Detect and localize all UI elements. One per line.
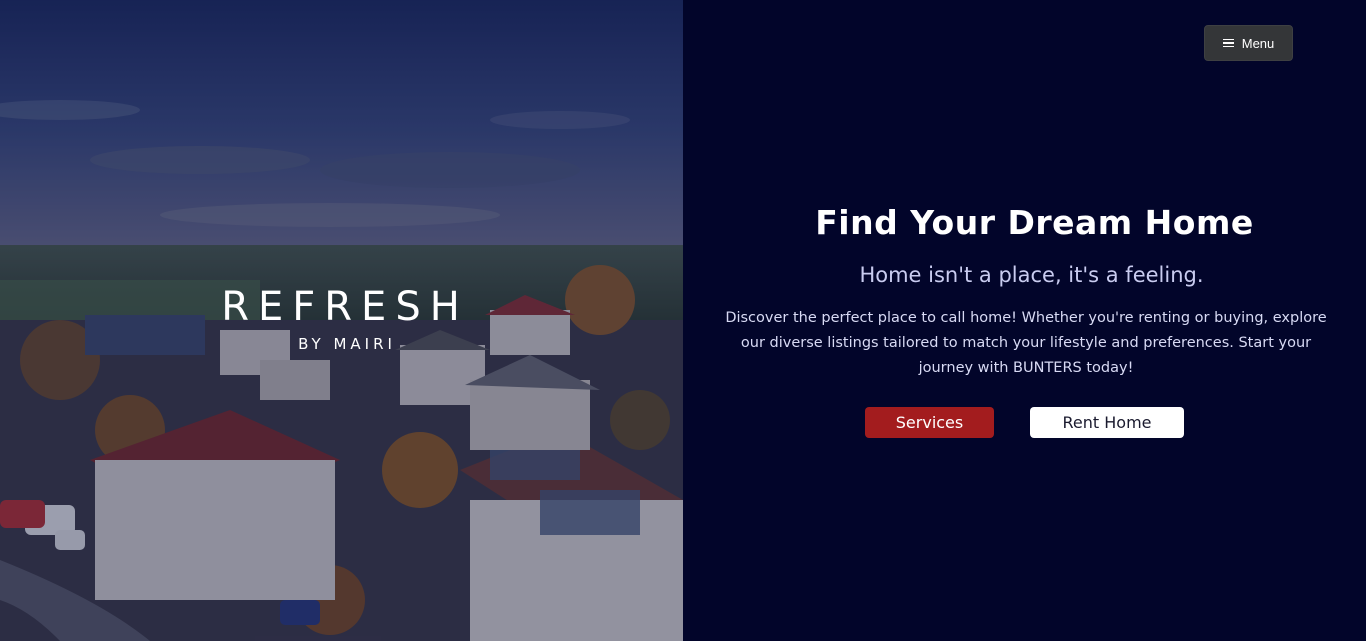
menu-button[interactable]: Menu <box>1204 25 1293 61</box>
description: Discover the perfect place to call home!… <box>725 310 1327 376</box>
brand-name: REFRESH <box>221 284 469 330</box>
hero-image: REFRESH BY MAIRI <box>0 0 683 641</box>
hamburger-icon <box>1222 38 1234 48</box>
rent-home-button[interactable]: Rent Home <box>1030 407 1184 438</box>
page: REFRESH BY MAIRI Menu Find Your Dream Ho… <box>0 0 1366 641</box>
hero-content: Find Your Dream Home Home isn't a place,… <box>683 200 1366 438</box>
services-button[interactable]: Services <box>865 407 994 438</box>
brand-subtitle: BY MAIRI <box>298 335 396 353</box>
hero-panel: Menu Find Your Dream Home Home isn't a p… <box>683 0 1366 641</box>
brand-logo[interactable]: REFRESH BY MAIRI <box>207 285 477 353</box>
tagline: Home isn't a place, it's a feeling. <box>859 263 1204 287</box>
hero-actions: Services Rent Home <box>683 407 1366 438</box>
menu-button-label: Menu <box>1241 35 1275 51</box>
page-title: Find Your Dream Home <box>815 203 1254 242</box>
